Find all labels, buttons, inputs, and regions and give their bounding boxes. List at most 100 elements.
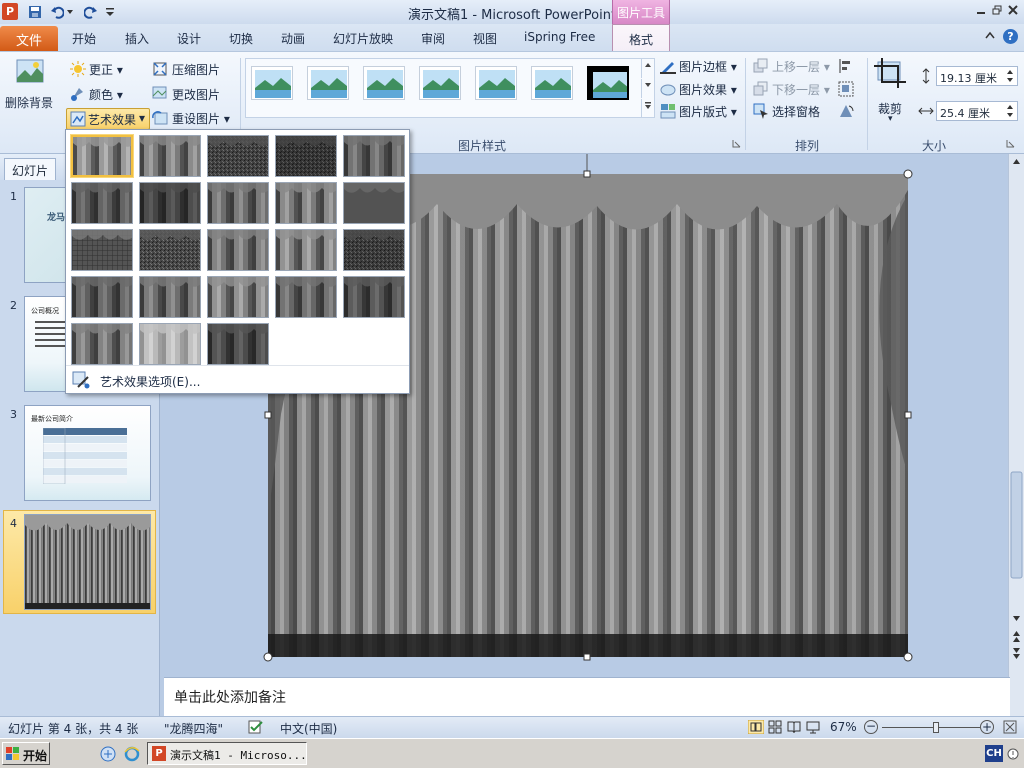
align-icon[interactable] [838,58,854,74]
start-button[interactable]: 开始 [2,742,50,765]
fit-to-window-icon[interactable] [1003,720,1017,734]
width-spinner-icon[interactable] [1006,104,1014,118]
next-slide-icon[interactable] [1013,648,1020,659]
tab-ispring[interactable]: iSpring Free [524,30,595,44]
vertical-scrollbar[interactable] [1008,154,1024,716]
tab-file[interactable]: 文件 [0,26,58,51]
artistic-effect-7[interactable] [139,182,201,224]
picture-style-3[interactable] [363,66,405,100]
zoom-slider[interactable] [882,722,980,733]
artistic-effect-1[interactable] [71,135,133,177]
spellcheck-icon[interactable] [248,720,264,734]
tab-slides[interactable]: 幻灯片 [4,158,56,180]
picture-style-1[interactable] [251,66,293,100]
resize-handle-n[interactable] [583,170,591,178]
artistic-effects-options-item[interactable]: 艺术效果选项(E)... [66,365,409,393]
resize-handle-se[interactable] [903,652,913,662]
tab-review[interactable]: 审阅 [421,30,445,47]
size-launcher-icon[interactable] [1006,139,1015,148]
restore-icon[interactable] [990,3,1004,17]
slide-thumbnail-3[interactable]: 最新公司简介 [24,405,151,501]
previous-slide-icon[interactable] [1013,631,1020,642]
picture-style-6[interactable] [531,66,573,100]
reset-picture-button[interactable]: 重设图片 ▾ [172,110,230,127]
group-icon[interactable] [838,81,854,97]
zoom-in-icon[interactable]: + [980,720,994,734]
resize-handle-s[interactable] [583,653,591,661]
artistic-effect-5[interactable] [343,135,405,177]
artistic-effect-6[interactable] [71,182,133,224]
tab-home[interactable]: 开始 [72,30,96,47]
artistic-effect-11[interactable] [71,229,133,271]
color-button[interactable]: 颜色 ▾ [89,86,123,103]
tab-format[interactable]: 格式 [612,24,670,51]
taskbar-powerpoint-window[interactable]: P 演示文稿1 - Microso... [147,742,307,765]
artistic-effect-9[interactable] [275,182,337,224]
artistic-effect-19[interactable] [275,276,337,318]
selection-pane-button[interactable]: 选择窗格 [772,103,820,120]
picture-style-2[interactable] [307,66,349,100]
resize-handle-sw[interactable] [263,652,273,662]
language-indicator[interactable]: 中文(中国) [280,720,337,737]
corrections-button[interactable]: 更正 ▾ [89,61,123,78]
artistic-effect-15[interactable] [343,229,405,271]
gallery-scroll-up-icon[interactable] [641,59,654,78]
picture-style-7[interactable] [587,66,629,100]
artistic-effect-13[interactable] [207,229,269,271]
quicklaunch-ie-icon[interactable] [124,746,140,762]
resize-handle-ne[interactable] [903,169,913,179]
picture-styles-launcher-icon[interactable] [732,139,741,148]
zoom-out-icon[interactable]: − [864,720,878,734]
artistic-effect-16[interactable] [71,276,133,318]
artistic-effects-button[interactable]: 艺术效果 ▾ [66,108,150,130]
change-picture-button[interactable]: 更改图片 [172,86,220,103]
close-icon[interactable] [1006,3,1020,17]
minimize-icon[interactable] [974,3,988,17]
artistic-effect-4[interactable] [275,135,337,177]
resize-handle-e[interactable] [904,411,912,419]
zoom-level[interactable]: 67% [830,720,857,734]
picture-effects-button[interactable]: 图片效果 ▾ [679,81,737,98]
crop-button[interactable]: 裁剪 ▾ [874,58,914,126]
slide-thumbnail-4[interactable] [24,514,151,610]
tab-transitions[interactable]: 切换 [229,30,253,47]
picture-border-button[interactable]: 图片边框 ▾ [679,58,737,75]
artistic-effect-23[interactable] [207,323,269,365]
ribbon-collapse-icon[interactable] [985,31,997,43]
normal-view-icon[interactable] [748,720,764,734]
picture-layout-button[interactable]: 图片版式 ▾ [679,103,737,120]
tab-insert[interactable]: 插入 [125,30,149,47]
resize-handle-w[interactable] [264,411,272,419]
gallery-more-icon[interactable] [641,99,654,118]
zoom-slider-thumb[interactable] [932,722,939,733]
notes-pane[interactable]: 单击此处添加备注 [164,677,1010,716]
artistic-effect-12[interactable] [139,229,201,271]
artistic-effect-20[interactable] [343,276,405,318]
quicklaunch-desktop-icon[interactable] [100,746,116,762]
ime-indicator[interactable]: CH [985,745,1003,762]
picture-style-4[interactable] [419,66,461,100]
artistic-effect-3[interactable] [207,135,269,177]
artistic-effect-22[interactable] [139,323,201,365]
slideshow-view-icon[interactable] [806,720,820,734]
width-input[interactable]: 25.4 厘米 [936,101,1018,121]
scroll-thumb[interactable] [1010,471,1023,579]
remove-background-button[interactable]: 删除背景 [4,58,56,114]
artistic-effect-8[interactable] [207,182,269,224]
compress-pictures-button[interactable]: 压缩图片 [172,61,220,78]
artistic-effect-14[interactable] [275,229,337,271]
artistic-effect-17[interactable] [139,276,201,318]
tab-slideshow[interactable]: 幻灯片放映 [333,30,393,47]
rotate-icon[interactable] [838,103,854,119]
send-backward-button[interactable]: 下移一层 ▾ [772,81,830,98]
scroll-down-icon[interactable] [1013,616,1020,621]
height-input[interactable]: 19.13 厘米 [936,66,1018,86]
theme-name[interactable]: "龙腾四海" [164,720,223,737]
artistic-effect-10[interactable] [343,182,405,224]
help-icon[interactable]: ? [1003,29,1018,44]
artistic-effect-21[interactable] [71,323,133,365]
picture-style-5[interactable] [475,66,517,100]
slide-sorter-icon[interactable] [768,720,782,734]
height-spinner-icon[interactable] [1006,69,1014,83]
tab-animations[interactable]: 动画 [281,30,305,47]
